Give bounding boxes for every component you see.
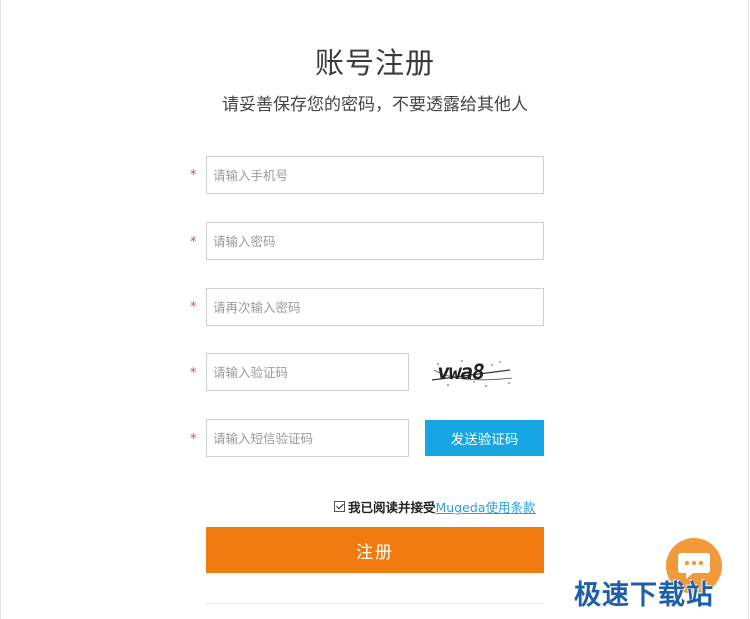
agreement-row: 我已阅读并接受 Mugeda使用条款 (334, 497, 535, 516)
required-mark-password: * (190, 235, 197, 250)
page-subtitle: 请妥善保存您的密码，不要透露给其他人 (222, 95, 528, 115)
required-mark-sms: * (190, 432, 197, 447)
required-mark-phone: * (190, 168, 197, 183)
watermark: 极速下载站 (574, 580, 714, 611)
phone-input[interactable] (206, 156, 544, 194)
captcha-text: vwa8 (436, 359, 486, 384)
agree-checkbox[interactable] (334, 501, 345, 512)
captcha-image[interactable]: vwa8 (428, 352, 518, 392)
agree-text: 我已阅读并接受 (348, 500, 436, 515)
bottom-divider (206, 603, 544, 604)
sms-code-input[interactable] (206, 419, 409, 457)
password-input[interactable] (206, 222, 544, 260)
terms-link[interactable]: Mugeda使用条款 (436, 497, 536, 516)
register-button[interactable]: 注册 (206, 527, 544, 573)
required-mark-password-confirm: * (190, 300, 197, 315)
required-mark-captcha: * (190, 366, 197, 381)
captcha-input[interactable] (206, 353, 409, 391)
page-title: 账号注册 (314, 46, 435, 80)
password-confirm-input[interactable] (206, 288, 544, 326)
send-sms-button[interactable]: 发送验证码 (425, 420, 544, 456)
